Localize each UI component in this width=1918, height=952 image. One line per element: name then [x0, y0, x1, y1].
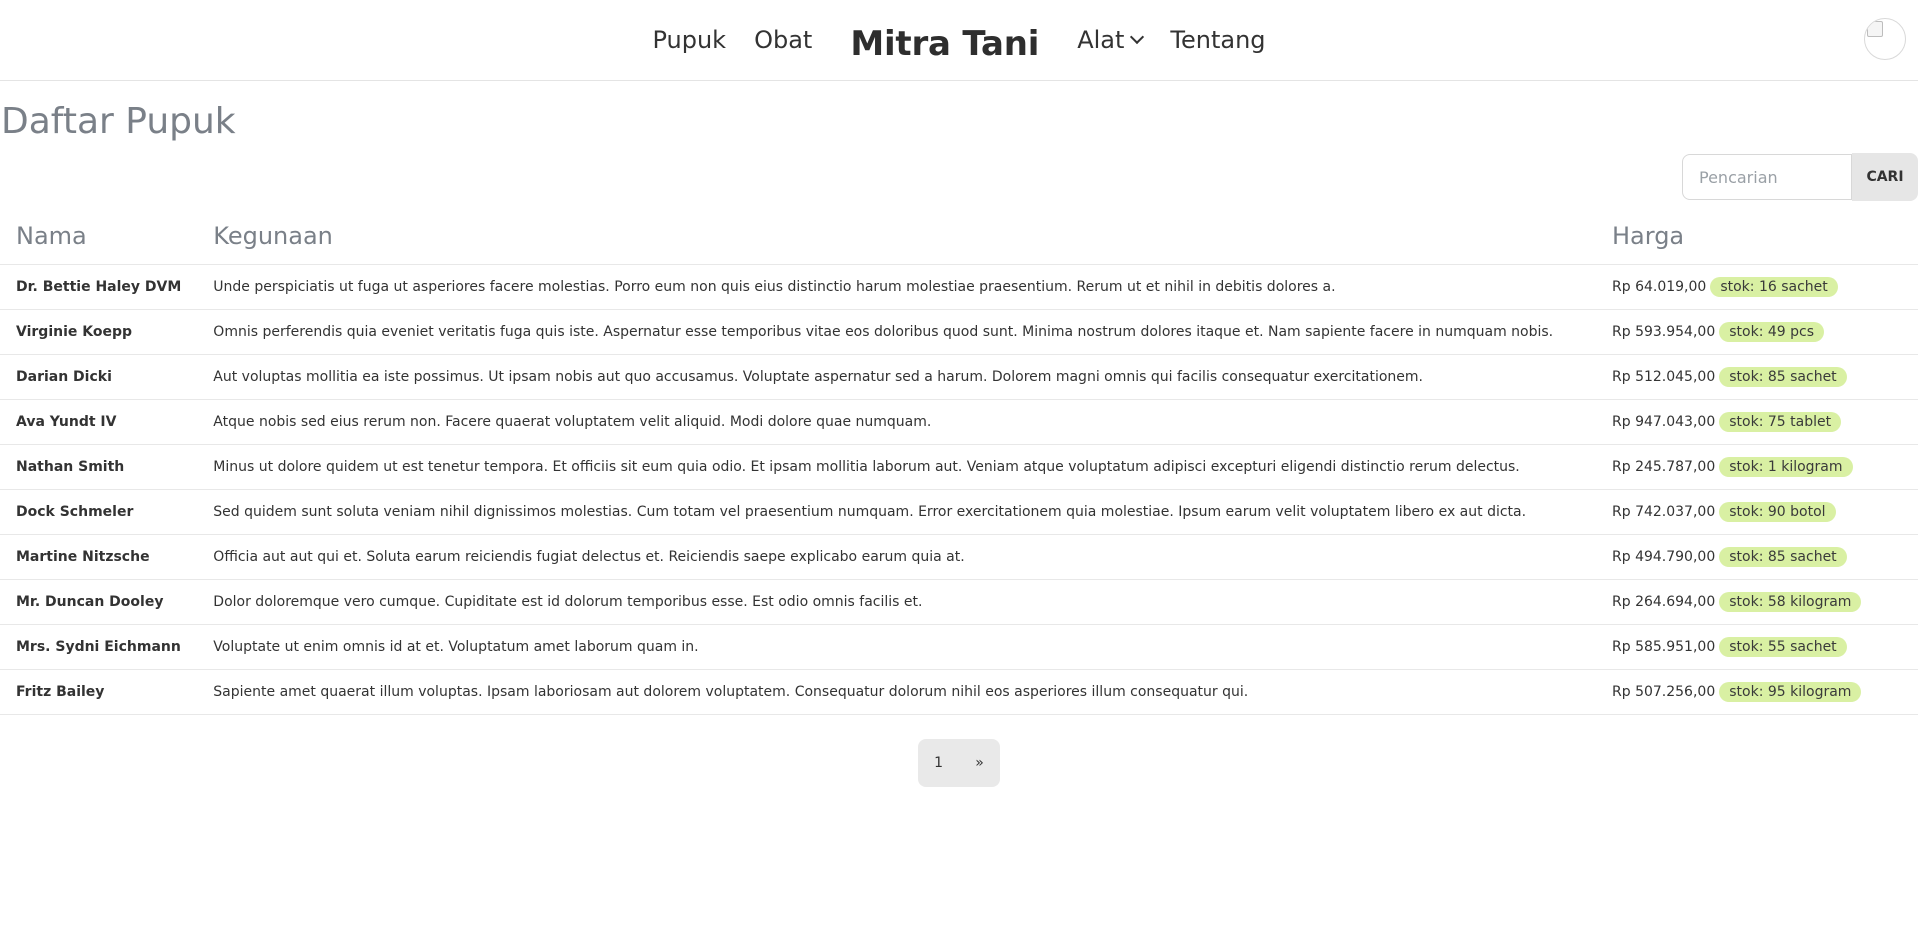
row-price: Rp 507.256,00: [1612, 684, 1716, 700]
row-usage: Officia aut aut qui et. Soluta earum rei…: [197, 534, 1596, 580]
row-price-cell: Rp 507.256,00 stok: 95 kilogram: [1596, 669, 1918, 715]
stock-badge: stok: 75 tablet: [1719, 412, 1842, 432]
row-usage: Voluptate ut enim omnis id at et. Volupt…: [197, 624, 1596, 670]
top-navbar: Pupuk Obat Mitra Tani Alat Tentang: [0, 0, 1918, 81]
row-price-cell: Rp 585.951,00 stok: 55 sachet: [1596, 624, 1918, 670]
row-price: Rp 264.694,00: [1612, 594, 1716, 610]
column-header-usage: Kegunaan: [197, 214, 1596, 265]
row-name: Mrs. Sydni Eichmann: [0, 624, 198, 670]
row-name: Dr. Bettie Haley DVM: [0, 264, 198, 310]
stock-badge: stok: 90 botol: [1719, 502, 1836, 522]
stock-badge: stok: 85 sachet: [1719, 367, 1847, 387]
page-title: Daftar Pupuk: [1, 101, 236, 142]
nav-link-tentang[interactable]: Tentang: [1156, 28, 1279, 52]
row-price: Rp 512.045,00: [1612, 369, 1716, 385]
stock-badge: stok: 85 sachet: [1719, 547, 1847, 567]
pagination-page-1[interactable]: 1: [924, 755, 953, 771]
stock-badge: stok: 55 sachet: [1719, 637, 1847, 657]
row-price-cell: Rp 947.043,00 stok: 75 tablet: [1596, 399, 1918, 445]
row-usage: Sed quidem sunt soluta veniam nihil dign…: [197, 489, 1596, 535]
brand-logo-text[interactable]: Mitra Tani: [826, 24, 1063, 64]
table-row: Mr. Duncan Dooley Dolor doloremque vero …: [0, 579, 1918, 625]
row-name: Fritz Bailey: [0, 669, 198, 715]
row-usage: Minus ut dolore quidem ut est tenetur te…: [197, 444, 1596, 490]
row-price: Rp 947.043,00: [1612, 414, 1716, 430]
row-price-cell: Rp 245.787,00 stok: 1 kilogram: [1596, 444, 1918, 490]
stock-badge: stok: 16 sachet: [1710, 277, 1838, 297]
row-usage: Unde perspiciatis ut fuga ut asperiores …: [197, 264, 1596, 310]
table-row: Ava Yundt IV Atque nobis sed eius rerum …: [0, 399, 1918, 445]
row-price: Rp 742.037,00: [1612, 504, 1716, 520]
stock-badge: stok: 95 kilogram: [1719, 682, 1862, 702]
table-header-row: Nama Kegunaan Harga: [0, 214, 1918, 265]
row-price-cell: Rp 593.954,00 stok: 49 pcs: [1596, 309, 1918, 355]
row-name: Darian Dicki: [0, 354, 198, 400]
row-usage: Dolor doloremque vero cumque. Cupiditate…: [197, 579, 1596, 625]
pagination: 1 »: [918, 739, 1000, 787]
search-bar: CARI: [0, 153, 1918, 202]
row-price-cell: Rp 494.790,00 stok: 85 sachet: [1596, 534, 1918, 580]
table-row: Dock Schmeler Sed quidem sunt soluta ven…: [0, 489, 1918, 535]
column-header-name: Nama: [0, 214, 198, 265]
row-name: Virginie Koepp: [0, 309, 198, 355]
table-row: Fritz Bailey Sapiente amet quaerat illum…: [0, 669, 1918, 715]
row-usage: Aut voluptas mollitia ea iste possimus. …: [197, 354, 1596, 400]
table-row: Dr. Bettie Haley DVM Unde perspiciatis u…: [0, 264, 1918, 310]
row-name: Martine Nitzsche: [0, 534, 198, 580]
row-name: Nathan Smith: [0, 444, 198, 490]
search-input[interactable]: [1682, 154, 1852, 200]
stock-badge: stok: 49 pcs: [1719, 322, 1824, 342]
table-row: Darian Dicki Aut voluptas mollitia ea is…: [0, 354, 1918, 400]
broken-image-icon: [1867, 21, 1883, 37]
row-price: Rp 245.787,00: [1612, 459, 1716, 475]
nav-dropdown-alat-label: Alat: [1077, 26, 1125, 54]
nav-link-obat[interactable]: Obat: [740, 28, 826, 52]
row-price-cell: Rp 512.045,00 stok: 85 sachet: [1596, 354, 1918, 400]
main-nav: Pupuk Obat Mitra Tani Alat Tentang: [638, 20, 1279, 64]
row-name: Mr. Duncan Dooley: [0, 579, 198, 625]
row-usage: Sapiente amet quaerat illum voluptas. Ip…: [197, 669, 1596, 715]
row-price-cell: Rp 742.037,00 stok: 90 botol: [1596, 489, 1918, 535]
row-price: Rp 585.951,00: [1612, 639, 1716, 655]
stock-badge: stok: 1 kilogram: [1719, 457, 1853, 477]
row-name: Ava Yundt IV: [0, 399, 198, 445]
table-row: Virginie Koepp Omnis perferendis quia ev…: [0, 309, 1918, 355]
row-usage: Omnis perferendis quia eveniet veritatis…: [197, 309, 1596, 355]
main-content: Daftar Pupuk CARI Nama Kegunaan Harga Dr…: [0, 81, 1918, 787]
row-name: Dock Schmeler: [0, 489, 198, 535]
table-row: Martine Nitzsche Officia aut aut qui et.…: [0, 534, 1918, 580]
row-price: Rp 64.019,00: [1612, 279, 1707, 295]
table-row: Mrs. Sydni Eichmann Voluptate ut enim om…: [0, 624, 1918, 670]
row-usage: Atque nobis sed eius rerum non. Facere q…: [197, 399, 1596, 445]
table-row: Nathan Smith Minus ut dolore quidem ut e…: [0, 444, 1918, 490]
nav-link-pupuk[interactable]: Pupuk: [638, 28, 740, 52]
chevron-down-icon: [1130, 29, 1145, 45]
nav-dropdown-alat[interactable]: Alat: [1063, 28, 1156, 52]
column-header-price: Harga: [1596, 214, 1918, 265]
search-button[interactable]: CARI: [1852, 153, 1918, 201]
row-price: Rp 593.954,00: [1612, 324, 1716, 340]
pagination-next-button[interactable]: »: [965, 755, 994, 771]
row-price-cell: Rp 64.019,00 stok: 16 sachet: [1596, 264, 1918, 310]
fertilizer-table: Nama Kegunaan Harga Dr. Bettie Haley DVM…: [0, 214, 1918, 715]
row-price: Rp 494.790,00: [1612, 549, 1716, 565]
stock-badge: stok: 58 kilogram: [1719, 592, 1862, 612]
avatar[interactable]: [1864, 18, 1906, 60]
row-price-cell: Rp 264.694,00 stok: 58 kilogram: [1596, 579, 1918, 625]
